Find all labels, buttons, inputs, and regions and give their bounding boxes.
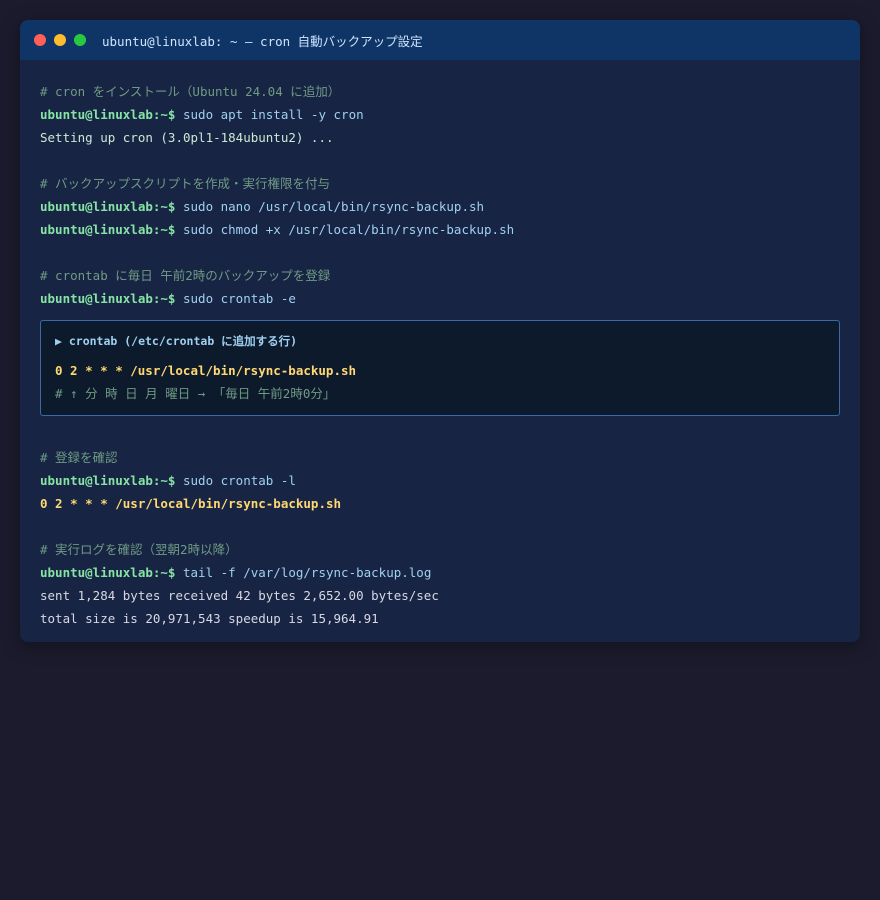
command-text: sudo crontab -e <box>183 291 296 306</box>
output-line: sent 1,284 bytes received 42 bytes 2,652… <box>40 588 439 603</box>
shell-prompt: ubuntu@linuxlab:~$ <box>40 107 176 122</box>
command-line: ubuntu@linuxlab:~$ tail -f /var/log/rsyn… <box>40 561 840 584</box>
command-text: tail -f /var/log/rsync-backup.log <box>183 565 432 580</box>
comment-line: # 実行ログを確認（翌朝2時以降） <box>40 542 238 557</box>
comment-line: # cron をインストール（Ubuntu 24.04 に追加） <box>40 84 341 99</box>
command-text: sudo nano /usr/local/bin/rsync-backup.sh <box>183 199 485 214</box>
shell-prompt: ubuntu@linuxlab:~$ <box>40 565 176 580</box>
close-button[interactable] <box>34 34 46 46</box>
minimize-button[interactable] <box>54 34 66 46</box>
output-line: 0 2 * * * /usr/local/bin/rsync-backup.sh <box>40 496 342 511</box>
shell-prompt: ubuntu@linuxlab:~$ <box>40 222 176 237</box>
crontab-field-note: # ↑ 分 時 日 月 曜日 → 「毎日 午前2時0分」 <box>55 386 336 401</box>
comment-line: # バックアップスクリプトを作成・実行権限を付与 <box>40 176 331 191</box>
comment-line: # 登録を確認 <box>40 450 118 465</box>
crontab-entry: 0 2 * * * /usr/local/bin/rsync-backup.sh <box>55 363 357 378</box>
command-text: sudo apt install -y cron <box>183 107 364 122</box>
command-line: ubuntu@linuxlab:~$ sudo apt install -y c… <box>40 103 840 126</box>
terminal-window: ubuntu@linuxlab: ~ — cron 自動バックアップ設定 # c… <box>20 20 860 642</box>
command-line: ubuntu@linuxlab:~$ sudo nano /usr/local/… <box>40 195 840 218</box>
command-text: sudo chmod +x /usr/local/bin/rsync-backu… <box>183 222 515 237</box>
terminal-body[interactable]: # cron をインストール（Ubuntu 24.04 に追加） ubuntu@… <box>20 60 860 630</box>
command-line: ubuntu@linuxlab:~$ sudo chmod +x /usr/lo… <box>40 218 840 241</box>
maximize-button[interactable] <box>74 34 86 46</box>
command-text: sudo crontab -l <box>183 473 296 488</box>
command-line: ubuntu@linuxlab:~$ sudo crontab -l <box>40 469 840 492</box>
crontab-entry-box: ▶ crontab (/etc/crontab に追加する行) 0 2 * * … <box>40 320 840 416</box>
shell-prompt: ubuntu@linuxlab:~$ <box>40 291 176 306</box>
window-title: ubuntu@linuxlab: ~ — cron 自動バックアップ設定 <box>102 33 423 49</box>
title-bar: ubuntu@linuxlab: ~ — cron 自動バックアップ設定 <box>20 20 860 60</box>
comment-line: # crontab に毎日 午前2時のバックアップを登録 <box>40 268 331 283</box>
shell-prompt: ubuntu@linuxlab:~$ <box>40 199 176 214</box>
output-line: Setting up cron (3.0pl1-184ubuntu2) ... <box>40 130 334 145</box>
crontab-box-heading: ▶ crontab (/etc/crontab に追加する行) <box>55 334 298 348</box>
command-line: ubuntu@linuxlab:~$ sudo crontab -e <box>40 287 840 310</box>
output-line: total size is 20,971,543 speedup is 15,9… <box>40 611 379 626</box>
shell-prompt: ubuntu@linuxlab:~$ <box>40 473 176 488</box>
